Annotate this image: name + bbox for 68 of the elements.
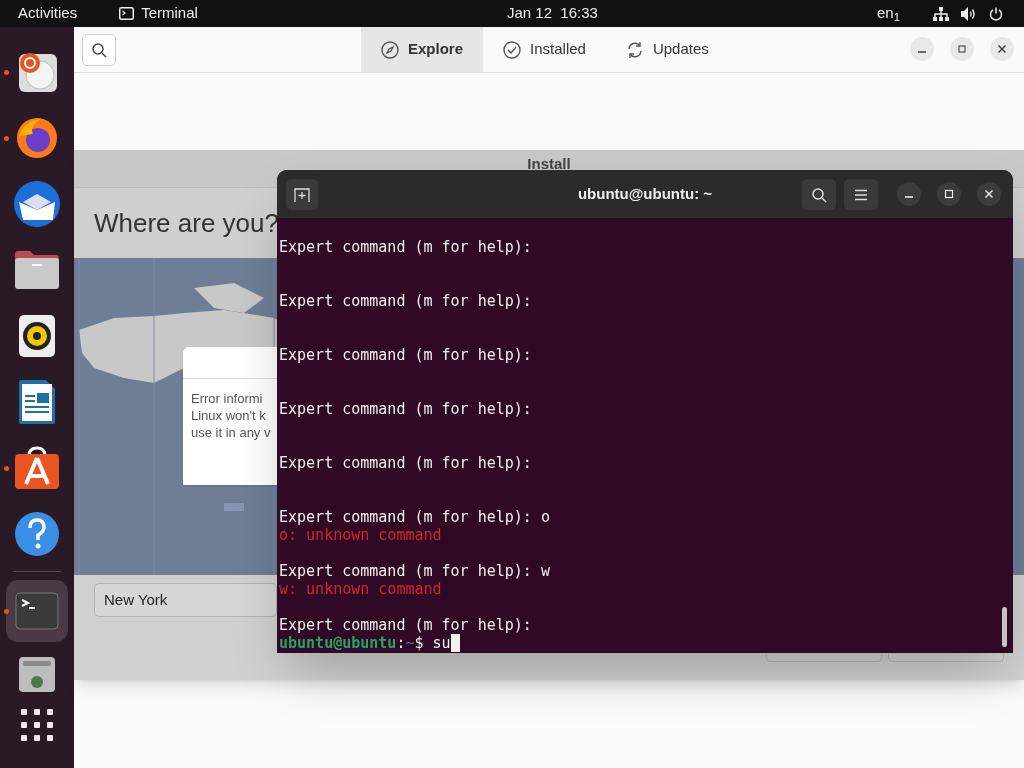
output-line: Expert command (m for help): o (279, 508, 550, 526)
menu-button[interactable] (844, 179, 878, 210)
restore-button[interactable] (950, 37, 974, 61)
error-message-line: Linux won't k (191, 407, 267, 424)
globe-icon[interactable] (15, 116, 59, 160)
restore-icon (958, 45, 966, 53)
power-icon[interactable] (989, 6, 1003, 21)
minimize-icon (905, 196, 913, 198)
close-button[interactable] (977, 182, 1001, 206)
refresh-icon (625, 40, 644, 59)
error-message-line: Error informi (191, 390, 264, 407)
output-line: Expert command (m for help): (279, 292, 532, 310)
close-icon (984, 189, 994, 199)
clock[interactable]: Jan 12 16:33 (507, 2, 598, 25)
keyboard-layout[interactable]: en$_{1}$ (877, 2, 900, 25)
output-line: Expert command (m for help): (279, 346, 532, 364)
trash-icon[interactable] (18, 656, 56, 692)
prompt-symbol: $ (414, 634, 425, 652)
volume-icon[interactable] (961, 6, 977, 21)
tab[interactable]: Installed (483, 27, 606, 72)
window-title: ubuntu@ubuntu: ~ (577, 183, 713, 204)
menu-icon (854, 188, 868, 201)
terminal-icon[interactable] (15, 592, 59, 630)
text-cursor (450, 634, 460, 652)
activities-button[interactable]: Activities (18, 2, 78, 25)
tab[interactable]: Updates (605, 27, 729, 72)
app-grid-icon[interactable] (21, 709, 53, 741)
maximize-button[interactable] (937, 182, 961, 206)
minimize-icon (918, 51, 926, 53)
close-button[interactable] (990, 37, 1014, 61)
prompt-user-host: ubuntu@ubuntu (279, 634, 397, 652)
shopping-bag-icon[interactable] (14, 446, 60, 490)
output-line: Expert command (m for help): w (279, 562, 550, 580)
document-icon[interactable] (18, 379, 56, 425)
prompt-separator: : (396, 634, 406, 652)
compass-icon (381, 40, 399, 59)
command-input[interactable]: su (432, 634, 451, 652)
error-message-line: use it in any v (191, 424, 272, 441)
search-icon (811, 186, 827, 203)
terminal-icon (119, 7, 135, 20)
search-icon (91, 42, 107, 58)
error-line: w: unknown command (279, 580, 442, 598)
error-line: o: unknown command (279, 526, 442, 544)
tab[interactable]: Explore (361, 27, 484, 72)
new-tab-icon (294, 187, 310, 202)
output-line: Expert command (m for help): (279, 238, 532, 256)
prompt-path: ~ (405, 634, 415, 652)
question-mark-icon[interactable] (14, 511, 60, 557)
output-line: Expert command (m for help): (279, 400, 532, 418)
app-menu[interactable]: Terminal (119, 2, 198, 25)
folder-icon[interactable] (14, 250, 60, 290)
city-field[interactable]: New York (94, 583, 277, 617)
new-tab-button[interactable] (286, 179, 318, 210)
minimize-button[interactable] (897, 182, 921, 206)
scrollbar-thumb[interactable] (1002, 607, 1007, 647)
search-button[interactable] (802, 179, 836, 210)
window-title: Install (527, 156, 571, 174)
speaker-icon[interactable] (18, 314, 56, 358)
maximize-icon (944, 189, 954, 199)
output-line: Expert command (m for help): (279, 616, 532, 634)
search-button[interactable] (82, 34, 116, 66)
minimize-button[interactable] (910, 37, 934, 61)
network-icon[interactable] (933, 6, 949, 21)
output-line: Expert command (m for help): (279, 454, 532, 472)
envelope-icon[interactable] (13, 180, 61, 228)
close-icon (997, 44, 1007, 54)
page-heading: Where are you? (94, 206, 279, 240)
check-circle-icon (503, 40, 522, 59)
